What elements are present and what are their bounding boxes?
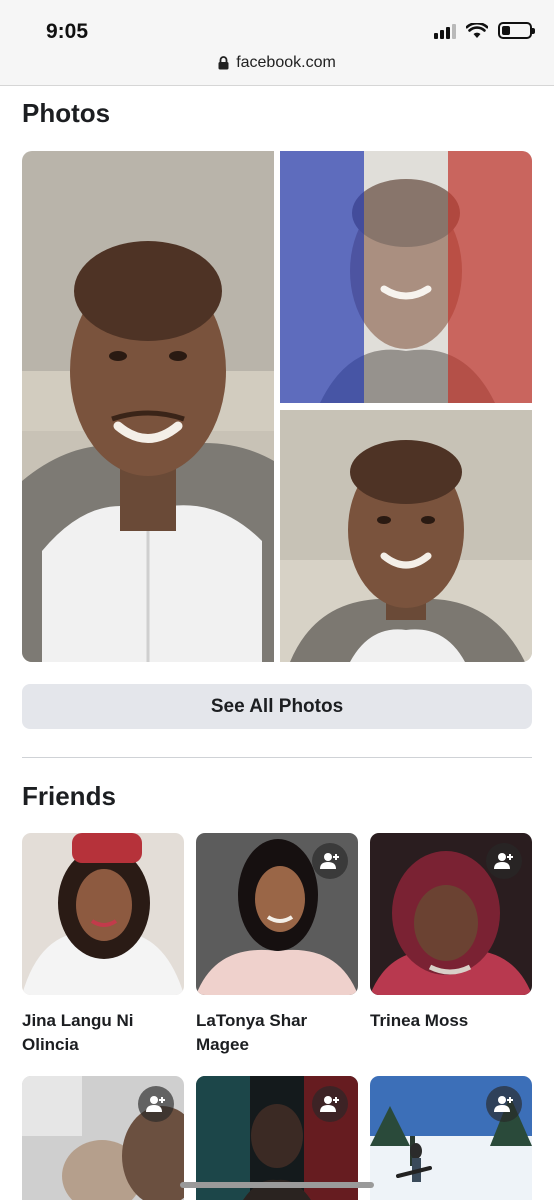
see-all-photos-button[interactable]: See All Photos [22,684,532,729]
photo-thumbnail-2[interactable] [280,151,532,403]
wifi-icon [466,22,488,38]
photo-thumbnail-3[interactable] [280,410,532,662]
url-bar[interactable]: facebook.com [0,54,554,72]
status-time: 9:05 [46,20,89,43]
add-friend-button[interactable] [312,1086,348,1122]
home-indicator[interactable] [180,1182,374,1188]
photo-thumbnail-1[interactable] [22,151,274,662]
add-friend-icon [494,853,513,869]
friend-name[interactable]: Jina Langu Ni Olincia [22,1009,184,1057]
add-friend-icon [494,1096,513,1112]
friend-photo[interactable] [22,833,184,995]
lock-icon [218,56,229,70]
add-friend-icon [320,853,339,869]
add-friend-icon [146,1096,165,1112]
url-text: facebook.com [236,54,336,71]
photos-grid [22,151,532,662]
add-friend-button[interactable] [486,1086,522,1122]
photos-heading: Photos [22,98,111,128]
add-friend-button[interactable] [486,843,522,879]
browser-header: 9:05 facebook.com [0,0,554,86]
section-divider [22,757,532,758]
battery-icon [498,22,535,39]
friend-name[interactable]: LaTonya Shar Magee [196,1009,358,1057]
add-friend-button[interactable] [312,843,348,879]
signal-icon [434,23,456,39]
add-friend-icon [320,1096,339,1112]
status-icons [434,22,535,39]
add-friend-button[interactable] [138,1086,174,1122]
friend-name[interactable]: Trinea Moss [370,1009,532,1033]
friends-heading: Friends [22,781,116,811]
